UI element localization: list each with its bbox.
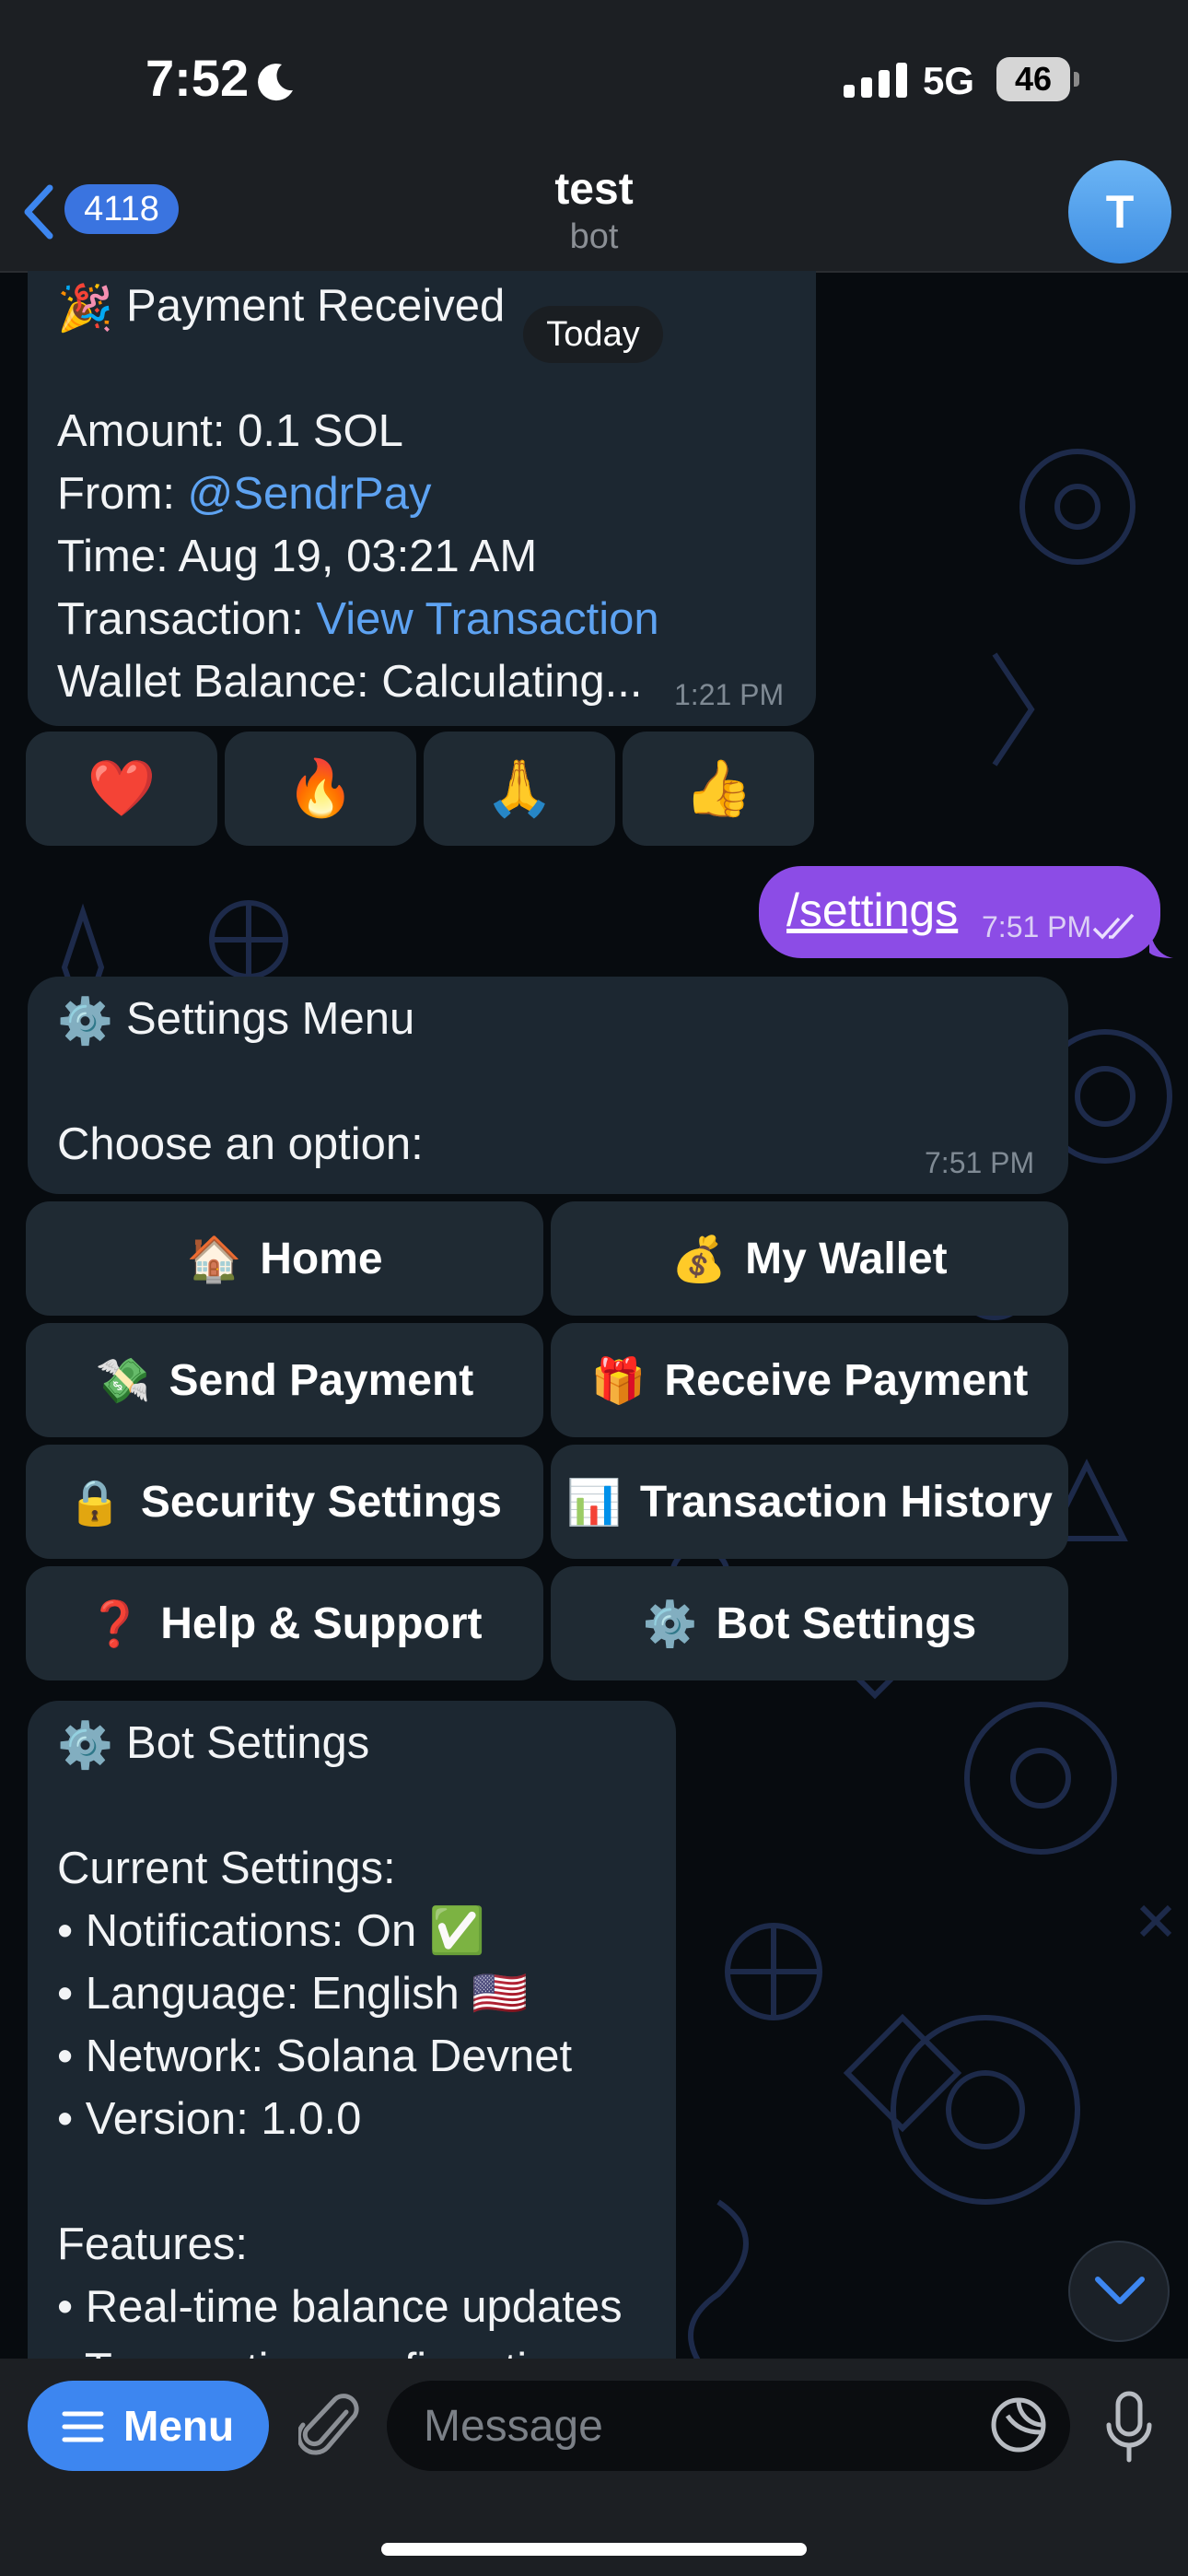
gear-icon: ⚙️: [57, 1721, 114, 1772]
battery-icon: 46: [996, 57, 1070, 101]
bot-settings-button[interactable]: ⚙️ Bot Settings: [551, 1566, 1068, 1680]
version-line: • Version: 1.0.0: [57, 2094, 362, 2144]
send-payment-button[interactable]: 💸 Send Payment: [26, 1323, 543, 1437]
network-type: 5G: [923, 59, 975, 102]
settings-menu-message: ⚙️ Settings Menu Choose an option: 7:51 P…: [28, 977, 1068, 1194]
gift-icon: 🎁: [590, 1356, 646, 1406]
payment-received-message: 🎉 Payment Received Amount: 0.1 SOL From: …: [28, 271, 816, 726]
bot-settings-message: ⚙️ Bot Settings Current Settings: • Notif…: [28, 1701, 676, 2401]
current-settings-header: Current Settings:: [57, 1844, 396, 1893]
time-line: Time: Aug 19, 03:21 AM: [57, 532, 538, 581]
view-transaction-link[interactable]: View Transaction: [316, 594, 658, 644]
prompt-line: Choose an option:: [57, 1119, 424, 1169]
features-header: Features:: [57, 2219, 248, 2269]
reaction-heart[interactable]: ❤️: [26, 732, 217, 846]
bot-menu-button[interactable]: Menu: [28, 2381, 269, 2471]
money-wings-icon: 💸: [95, 1356, 151, 1406]
message-input[interactable]: [387, 2381, 1070, 2471]
amount-line: Amount: 0.1 SOL: [57, 406, 403, 456]
cellular-signal-icon: [844, 61, 907, 98]
date-pill: Today: [523, 306, 663, 363]
chat-subtitle: bot: [569, 217, 619, 256]
message-title: Settings Menu: [126, 994, 415, 1044]
notifications-line: • Notifications: On ✅: [57, 1906, 485, 1956]
message-title: Bot Settings: [126, 1718, 370, 1768]
moon-icon: [258, 64, 293, 101]
microphone-icon[interactable]: [1101, 2390, 1157, 2464]
transaction-line: Transaction: View Transaction: [57, 594, 659, 644]
reaction-thumbs-up[interactable]: 👍: [623, 732, 814, 846]
avatar[interactable]: T: [1068, 160, 1171, 263]
chevron-down-icon: [1095, 2277, 1145, 2304]
my-wallet-button[interactable]: 💰 My Wallet: [551, 1201, 1068, 1316]
chat-title[interactable]: test: [0, 164, 1188, 215]
sender-link[interactable]: @SendrPay: [188, 469, 432, 519]
question-mark-icon: ❓: [87, 1599, 143, 1649]
transaction-history-button[interactable]: 📊 Transaction History: [551, 1445, 1068, 1559]
outgoing-message: /settings 7:51 PM: [759, 866, 1160, 958]
bar-chart-icon: 📊: [566, 1478, 622, 1528]
home-indicator: [381, 2543, 807, 2556]
party-popper-icon: 🎉: [57, 284, 114, 334]
sticker-icon[interactable]: [989, 2395, 1048, 2454]
settings-command-link[interactable]: /settings: [786, 873, 958, 947]
scroll-to-bottom-button[interactable]: [1068, 2241, 1170, 2342]
network-line: • Network: Solana Devnet: [57, 2032, 573, 2081]
house-icon: 🏠: [186, 1235, 242, 1284]
message-title-line: 🎉 Payment Received: [57, 275, 786, 337]
message-timestamp: 7:51 PM: [925, 1146, 1035, 1179]
receive-payment-button[interactable]: 🎁 Receive Payment: [551, 1323, 1068, 1437]
money-bag-icon: 💰: [671, 1235, 728, 1284]
battery-nub: [1074, 72, 1079, 87]
message-title: Payment Received: [126, 281, 506, 331]
chat-header: 4118 test bot T: [0, 157, 1188, 273]
paperclip-icon[interactable]: [298, 2392, 363, 2462]
message-title-line: ⚙️ Bot Settings: [57, 1712, 646, 1774]
message-timestamp: 1:21 PM: [674, 678, 785, 711]
bubble-tail: [1149, 927, 1173, 958]
from-line: From: @SendrPay: [57, 469, 432, 519]
message-title-line: ⚙️ Settings Menu: [57, 988, 1039, 1050]
reaction-pray[interactable]: 🙏: [424, 732, 615, 846]
message-input-bar: Menu: [0, 2359, 1188, 2576]
message-timestamp: 7:51 PM: [982, 910, 1092, 943]
hamburger-icon: [62, 2411, 104, 2442]
home-button[interactable]: 🏠 Home: [26, 1201, 543, 1316]
double-check-icon: [1092, 914, 1135, 940]
gear-icon: ⚙️: [57, 997, 114, 1048]
security-settings-button[interactable]: 🔒 Security Settings: [26, 1445, 543, 1559]
reaction-fire[interactable]: 🔥: [225, 732, 416, 846]
lock-icon: 🔒: [67, 1478, 122, 1528]
language-line: • Language: English 🇺🇸: [57, 1969, 529, 2019]
feature-line: • Real-time balance updates: [57, 2282, 623, 2332]
help-support-button[interactable]: ❓ Help & Support: [26, 1566, 543, 1680]
status-time: 7:52: [146, 49, 250, 107]
status-bar: 7:52 5G 46: [0, 0, 1188, 157]
gear-icon: ⚙️: [642, 1599, 698, 1649]
